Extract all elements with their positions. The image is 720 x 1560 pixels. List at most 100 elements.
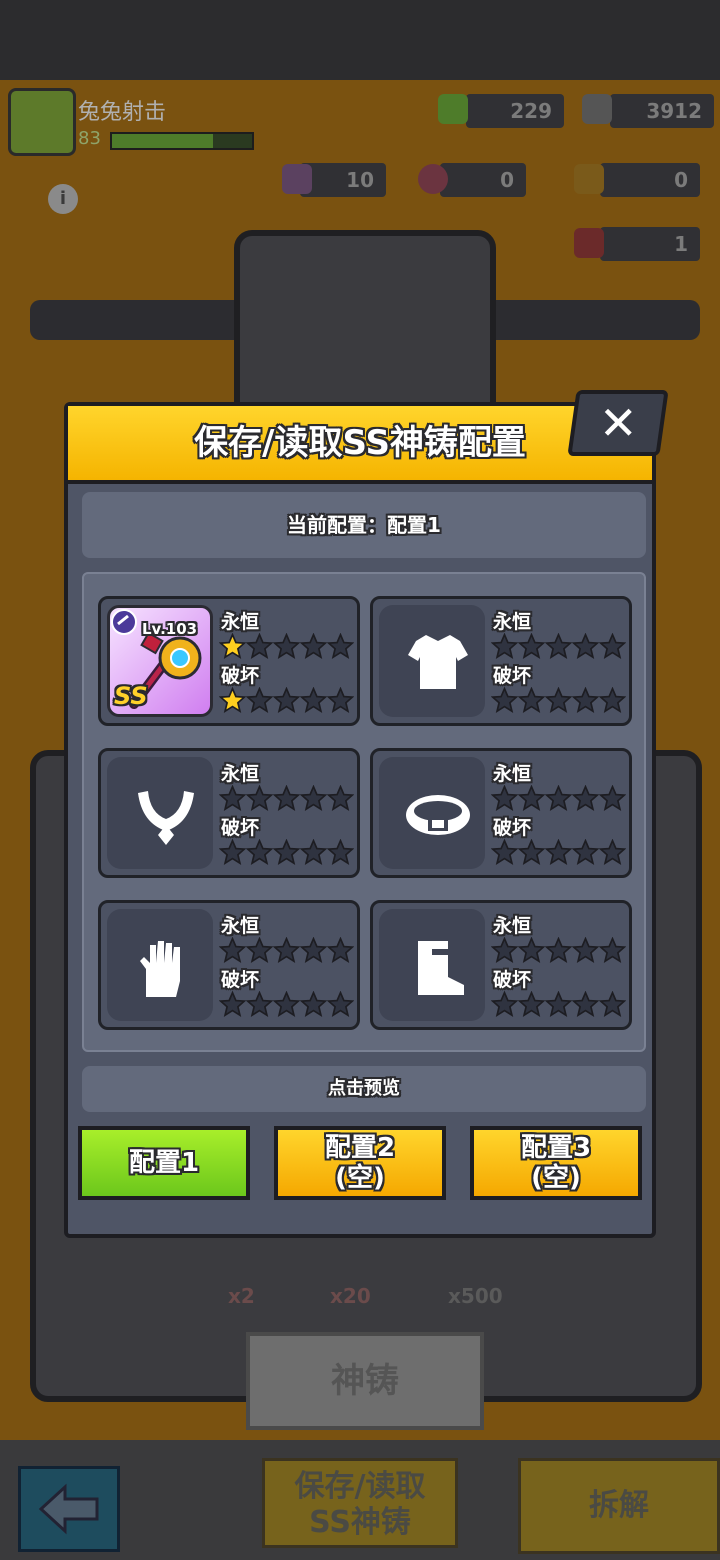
destroy-stars xyxy=(491,687,626,714)
star-icon xyxy=(491,785,518,811)
star-icon xyxy=(246,937,273,963)
star-icon xyxy=(545,991,572,1017)
star-icon xyxy=(219,991,246,1017)
star-icon xyxy=(273,991,300,1017)
dialog-title: 保存/读取SS神铸配置 xyxy=(68,406,652,484)
destroy-stars xyxy=(491,839,626,866)
star-icon xyxy=(246,839,273,865)
config-button-status: (空) xyxy=(335,1163,385,1193)
eternal-label: 永恒 xyxy=(493,915,532,937)
star-icon xyxy=(518,937,545,963)
close-icon: ✕ xyxy=(598,396,638,450)
eternal-label: 永恒 xyxy=(221,611,260,633)
star-icon xyxy=(327,687,354,713)
star-icon xyxy=(518,633,545,659)
star-icon xyxy=(572,633,599,659)
config-3-button[interactable]: 配置3 (空) xyxy=(470,1126,642,1200)
star-icon xyxy=(572,937,599,963)
star-icon xyxy=(300,687,327,713)
star-icon xyxy=(545,839,572,865)
destroy-label: 破坏 xyxy=(493,969,532,991)
config-2-button[interactable]: 配置2 (空) xyxy=(274,1126,446,1200)
star-icon xyxy=(300,633,327,659)
config-button-label: 配置3 xyxy=(520,1133,592,1163)
star-icon xyxy=(300,937,327,963)
star-icon xyxy=(273,785,300,811)
empty-slot-box[interactable] xyxy=(107,757,213,869)
star-icon xyxy=(599,785,626,811)
equipment-slot[interactable]: Lv.103 SS 永恒破坏 xyxy=(98,596,360,726)
eternal-label: 永恒 xyxy=(493,611,532,633)
star-icon xyxy=(491,687,518,713)
preview-hint[interactable]: 点击预览 xyxy=(82,1066,646,1112)
destroy-stars xyxy=(219,839,354,866)
grade-badge: SS xyxy=(114,682,148,710)
star-icon xyxy=(572,991,599,1017)
star-icon xyxy=(327,937,354,963)
eternal-label: 永恒 xyxy=(221,915,260,937)
empty-slot-box[interactable] xyxy=(379,909,485,1021)
eternal-label: 永恒 xyxy=(493,763,532,785)
destroy-label: 破坏 xyxy=(221,665,260,687)
eternal-stars xyxy=(491,937,626,964)
config-button-label: 配置1 xyxy=(128,1148,200,1178)
belt-icon xyxy=(406,795,470,835)
star-icon xyxy=(219,937,246,963)
equipment-slot[interactable]: 永恒 破坏 xyxy=(370,748,632,878)
star-icon xyxy=(572,785,599,811)
destroy-stars xyxy=(219,991,354,1018)
destroy-stars xyxy=(219,687,354,714)
glove-icon xyxy=(140,941,180,997)
empty-slot-box[interactable] xyxy=(379,605,485,717)
star-icon xyxy=(545,937,572,963)
star-icon xyxy=(327,991,354,1017)
eternal-stars xyxy=(491,633,626,660)
star-icon xyxy=(599,937,626,963)
equipment-slot[interactable]: 永恒 破坏 xyxy=(98,900,360,1030)
empty-slot-box[interactable] xyxy=(107,909,213,1021)
star-icon xyxy=(518,687,545,713)
config-1-button[interactable]: 配置1 xyxy=(78,1126,250,1200)
star-icon xyxy=(327,633,354,659)
star-icon xyxy=(491,991,518,1017)
config-button-status: (空) xyxy=(531,1163,581,1193)
star-icon xyxy=(246,991,273,1017)
star-icon xyxy=(246,687,273,713)
star-icon xyxy=(246,633,273,659)
close-button[interactable]: ✕ xyxy=(567,390,669,456)
equipment-slot[interactable]: 永恒 破坏 xyxy=(370,900,632,1030)
star-icon xyxy=(273,839,300,865)
star-icon xyxy=(599,991,626,1017)
weapon-card[interactable]: Lv.103 SS xyxy=(107,605,213,717)
star-icon xyxy=(219,785,246,811)
star-icon xyxy=(545,633,572,659)
star-icon xyxy=(545,687,572,713)
eternal-stars xyxy=(219,633,354,660)
save-load-config-dialog: 保存/读取SS神铸配置 当前配置：配置1 Lv.103 SS 永恒 破坏 永恒 破坏 永恒破… xyxy=(64,402,656,1238)
weapon-level: Lv.103 xyxy=(142,620,198,638)
necklace-icon xyxy=(138,791,194,845)
destroy-label: 破坏 xyxy=(221,969,260,991)
star-icon xyxy=(300,991,327,1017)
star-icon xyxy=(273,633,300,659)
star-icon xyxy=(219,839,246,865)
destroy-label: 破坏 xyxy=(221,817,260,839)
star-icon xyxy=(518,785,545,811)
star-icon xyxy=(599,839,626,865)
star-icon xyxy=(599,687,626,713)
star-icon xyxy=(491,937,518,963)
star-icon xyxy=(599,633,626,659)
equipment-slot[interactable]: 永恒 破坏 xyxy=(370,596,632,726)
eternal-label: 永恒 xyxy=(221,763,260,785)
star-icon xyxy=(300,785,327,811)
empty-slot-box[interactable] xyxy=(379,757,485,869)
star-icon xyxy=(273,937,300,963)
star-icon xyxy=(491,633,518,659)
star-icon xyxy=(518,991,545,1017)
star-icon xyxy=(327,839,354,865)
current-config-label: 当前配置：配置1 xyxy=(82,492,646,558)
star-icon xyxy=(246,785,273,811)
star-icon xyxy=(300,839,327,865)
equipment-slot[interactable]: 永恒 破坏 xyxy=(98,748,360,878)
star-icon xyxy=(572,839,599,865)
